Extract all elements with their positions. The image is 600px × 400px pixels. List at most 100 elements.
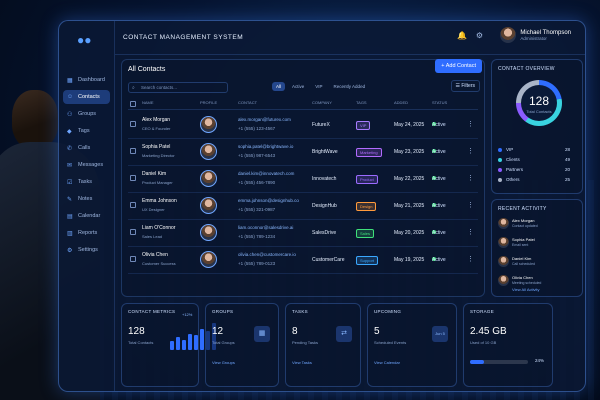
metrics-card: CONTACT METRICS 128 Total Contacts +12% — [121, 303, 216, 387]
contact-title: Product Manager — [142, 180, 173, 185]
groups-card[interactable]: GROUPS 12 Total Groups ▦ View Groups — [205, 303, 279, 387]
legend-item: VIP 28 — [498, 146, 576, 156]
tasks-card[interactable]: TASKS 8 Pending Tasks ⇄ View Tasks — [285, 303, 361, 387]
contact-title: Customer Success — [142, 261, 176, 266]
legend-value: 28 — [564, 147, 570, 152]
sidebar-item-contacts[interactable]: ☺ Contacts — [63, 90, 110, 104]
app-window: ●● ▦ Dashboard ☺ Contacts ⚇ Groups ◆ Tags ✆ Calls… — [58, 20, 586, 392]
status-text: Active — [432, 122, 446, 128]
filter-tab-all[interactable]: All — [272, 82, 286, 91]
search-placeholder: Search contacts... — [141, 85, 178, 90]
sidebar-item-groups[interactable]: ⚇ Groups — [63, 107, 110, 121]
activity-item[interactable]: Daniel Kim Call scheduled — [492, 254, 582, 273]
groups-icon: ⚇ — [67, 111, 73, 118]
sidebar-nav: ▦ Dashboard ☺ Contacts ⚇ Groups ◆ Tags ✆ Calls ✉ Me… — [63, 73, 110, 260]
bell-icon[interactable]: 🔔 — [457, 31, 467, 40]
row-checkbox[interactable] — [130, 229, 136, 235]
row-checkbox[interactable] — [130, 256, 136, 262]
header-checkbox[interactable] — [130, 101, 136, 107]
contact-tag: Sales — [356, 229, 375, 238]
view-calendar-link[interactable]: View Calendar — [374, 360, 400, 365]
status-text: Active — [432, 176, 446, 182]
contact-tag: Design — [356, 202, 377, 211]
avatar — [498, 275, 509, 286]
contact-name: Sophia Patel — [142, 144, 171, 150]
more-options-icon[interactable]: ⋮ — [467, 255, 474, 263]
row-checkbox[interactable] — [130, 148, 136, 154]
tasks-sub: Pending Tasks — [292, 340, 318, 345]
row-checkbox[interactable] — [130, 121, 136, 127]
sidebar-item-tasks[interactable]: ☑ Tasks — [63, 175, 110, 189]
add-contact-button[interactable]: + Add Contact — [435, 59, 482, 73]
sidebar-item-calendar[interactable]: ▤ Calendar — [63, 209, 110, 223]
contact-email: alex.morgan@futurex.com — [238, 117, 291, 122]
more-options-icon[interactable]: ⋮ — [467, 147, 474, 155]
table-row[interactable]: Olivia Chen Customer Success olivia.chen@c… — [128, 247, 478, 274]
contact-name: Olivia Chen — [142, 252, 168, 258]
activity-item[interactable]: Sophia Patel Email sent — [492, 235, 582, 254]
activity-desc: Contact updated — [512, 224, 538, 228]
status-text: Active — [432, 257, 446, 263]
sidebar-item-tags[interactable]: ◆ Tags — [63, 124, 110, 138]
contact-phone: +1 (555) 789-0123 — [238, 261, 276, 266]
row-checkbox[interactable] — [130, 175, 136, 181]
view-groups-link[interactable]: View Groups — [212, 360, 235, 365]
settings-icon[interactable]: ⚙ — [476, 31, 483, 40]
activity-list: Alex Morgan Contact updated Sophia Patel Em… — [492, 216, 582, 292]
user-menu[interactable]: Michael Thompson Administrator — [500, 27, 571, 43]
contact-title: UX Designer — [142, 207, 165, 212]
storage-percent: 24% — [534, 358, 544, 363]
table-row[interactable]: Alex Morgan CEO & Founder alex.morgan@futu… — [128, 112, 478, 139]
table-row[interactable]: Emma Johnson UX Designer emma.johnson@desi… — [128, 193, 478, 220]
avatar — [200, 224, 217, 241]
sidebar-item-calls[interactable]: ✆ Calls — [63, 141, 110, 155]
contact-company: FutureX — [312, 122, 330, 128]
calendar-icon: Jun 5 — [432, 326, 448, 342]
search-input[interactable]: ⌕ Search contacts... — [128, 82, 228, 93]
activity-desc: Email sent — [512, 243, 529, 247]
sidebar-item-label: Settings — [78, 247, 98, 253]
filter-tab-active[interactable]: Active — [288, 82, 308, 91]
search-icon: ⌕ — [132, 85, 135, 91]
upcoming-card[interactable]: UPCOMING 5 Scheduled Events Jun 5 View C… — [367, 303, 457, 387]
more-options-icon[interactable]: ⋮ — [467, 120, 474, 128]
contacts-table: Alex Morgan CEO & Founder alex.morgan@futu… — [128, 112, 478, 274]
sidebar-item-label: Calls — [78, 145, 91, 151]
contact-company: SalesDrive — [312, 230, 337, 236]
view-all-activity-link[interactable]: View All Activity — [512, 287, 540, 292]
groups-icon: ▦ — [254, 326, 270, 342]
sidebar-item-label: Calendar — [78, 213, 101, 219]
activity-item[interactable]: Alex Morgan Contact updated — [492, 216, 582, 235]
status-text: Active — [432, 149, 446, 155]
contact-added-date: May 24, 2025 — [394, 122, 425, 128]
col-tags: TAGS — [356, 100, 367, 105]
spark-bar — [188, 333, 192, 350]
contact-company: Innovatech — [312, 176, 337, 182]
view-tasks-link[interactable]: View Tasks — [292, 360, 312, 365]
contact-name: Daniel Kim — [142, 171, 167, 177]
filter-tab-vip[interactable]: VIP — [311, 82, 326, 91]
contact-title: Sales Lead — [142, 234, 163, 239]
tasks-icon: ☑ — [67, 179, 73, 186]
status-text: Active — [432, 230, 446, 236]
more-options-icon[interactable]: ⋮ — [467, 201, 474, 209]
sidebar-item-notes[interactable]: ✎ Notes — [63, 192, 110, 206]
contact-phone: +1 (555) 321-0987 — [238, 207, 276, 212]
more-options-icon[interactable]: ⋮ — [467, 228, 474, 236]
spark-bar — [170, 341, 174, 350]
table-row[interactable]: Sophia Patel Marketing Director sophia.pat… — [128, 139, 478, 166]
filters-button[interactable]: ☰ Filters — [450, 80, 480, 92]
contact-company: DesignHub — [312, 203, 337, 209]
filter-tab-recently-added[interactable]: Recently Added — [330, 82, 370, 91]
sidebar-item-messages[interactable]: ✉ Messages — [63, 158, 110, 172]
sidebar-item-settings[interactable]: ⚙ Settings — [63, 243, 110, 257]
sidebar-item-dashboard[interactable]: ▦ Dashboard — [63, 73, 110, 87]
more-options-icon[interactable]: ⋮ — [467, 174, 474, 182]
logo-icon: ●● — [77, 33, 92, 47]
row-checkbox[interactable] — [130, 202, 136, 208]
table-row[interactable]: Daniel Kim Product Manager daniel.kim@inno… — [128, 166, 478, 193]
table-row[interactable]: Liam O'Connor Sales Lead liam.oconnor@sale… — [128, 220, 478, 247]
sidebar-item-reports[interactable]: ▥ Reports — [63, 226, 110, 240]
notes-icon: ✎ — [67, 196, 73, 203]
activity-name: Olivia Chen — [512, 275, 533, 280]
